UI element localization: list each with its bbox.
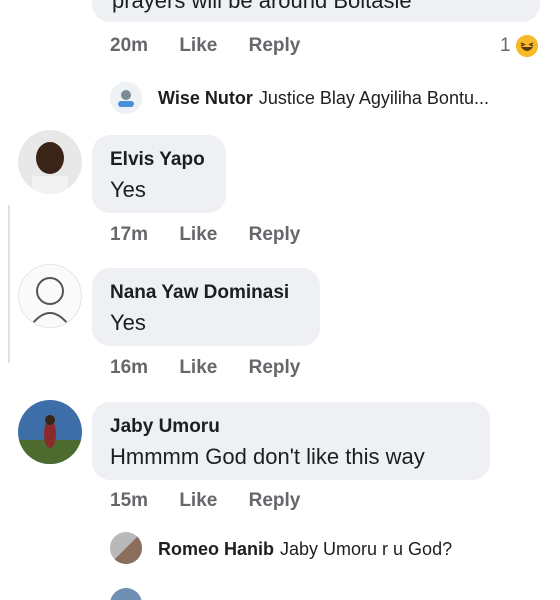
comment-bubble: Nana Yaw Dominasi Yes	[92, 268, 320, 346]
reply-button[interactable]: Reply	[249, 357, 301, 379]
comment-text: Hmmmm God don't like this way	[110, 444, 425, 469]
avatar-jaby-umoru[interactable]	[18, 400, 82, 464]
reply-button[interactable]: Reply	[249, 490, 301, 512]
comment-time: 15m	[110, 490, 149, 511]
comment-bubble: Elvis Yapo Yes	[92, 135, 226, 213]
comment-actions: 15m Like Reply	[110, 490, 300, 512]
comment-author[interactable]: Nana Yaw Dominasi	[110, 282, 289, 304]
comment-bubble-top: prayers will be around Boltasie	[92, 0, 540, 22]
comment-actions: 16m Like Reply	[110, 357, 300, 379]
comment-author[interactable]: Elvis Yapo	[110, 149, 205, 171]
comment-text: Yes	[110, 310, 146, 335]
comment-author[interactable]: Jaby Umoru	[110, 416, 220, 438]
scroll-indicator	[8, 205, 10, 363]
comment-time: 20m	[110, 35, 149, 56]
avatar-elvis-yapo[interactable]	[18, 130, 82, 194]
like-button[interactable]: Like	[179, 224, 217, 246]
reply-preview[interactable]: Wise Nutor Justice Blay Agyiliha Bontu...	[158, 88, 489, 109]
comment-text: prayers will be around Boltasie	[112, 0, 412, 13]
reaction-number: 1	[500, 35, 511, 57]
reply-preview[interactable]: Romeo Hanib Jaby Umoru r u God?	[158, 539, 452, 560]
reply-snippet: Justice Blay Agyiliha Bontu...	[258, 88, 489, 108]
reaction-count[interactable]: 1	[500, 35, 538, 57]
comment-actions: 20m Like Reply	[110, 35, 300, 57]
avatar-nana-yaw-dominasi[interactable]	[18, 264, 82, 328]
like-button[interactable]: Like	[179, 490, 217, 512]
comment-actions: 17m Like Reply	[110, 224, 300, 246]
comment-time: 17m	[110, 224, 149, 245]
avatar-wise-nutor[interactable]	[110, 82, 142, 114]
reply-author[interactable]: Romeo Hanib	[158, 539, 274, 559]
haha-emoji-icon	[515, 35, 538, 57]
comment-bubble: Jaby Umoru Hmmmm God don't like this way	[92, 402, 490, 480]
like-button[interactable]: Like	[179, 35, 217, 57]
comment-time: 16m	[110, 357, 149, 378]
reply-button[interactable]: Reply	[249, 224, 301, 246]
reply-snippet: Jaby Umoru r u God?	[280, 539, 453, 559]
like-button[interactable]: Like	[179, 357, 217, 379]
reply-button[interactable]: Reply	[249, 35, 301, 57]
comment-text: Yes	[110, 177, 146, 202]
avatar-romeo-hanib[interactable]	[110, 532, 142, 564]
avatar-partial[interactable]	[110, 588, 142, 600]
reply-author[interactable]: Wise Nutor	[158, 88, 253, 108]
